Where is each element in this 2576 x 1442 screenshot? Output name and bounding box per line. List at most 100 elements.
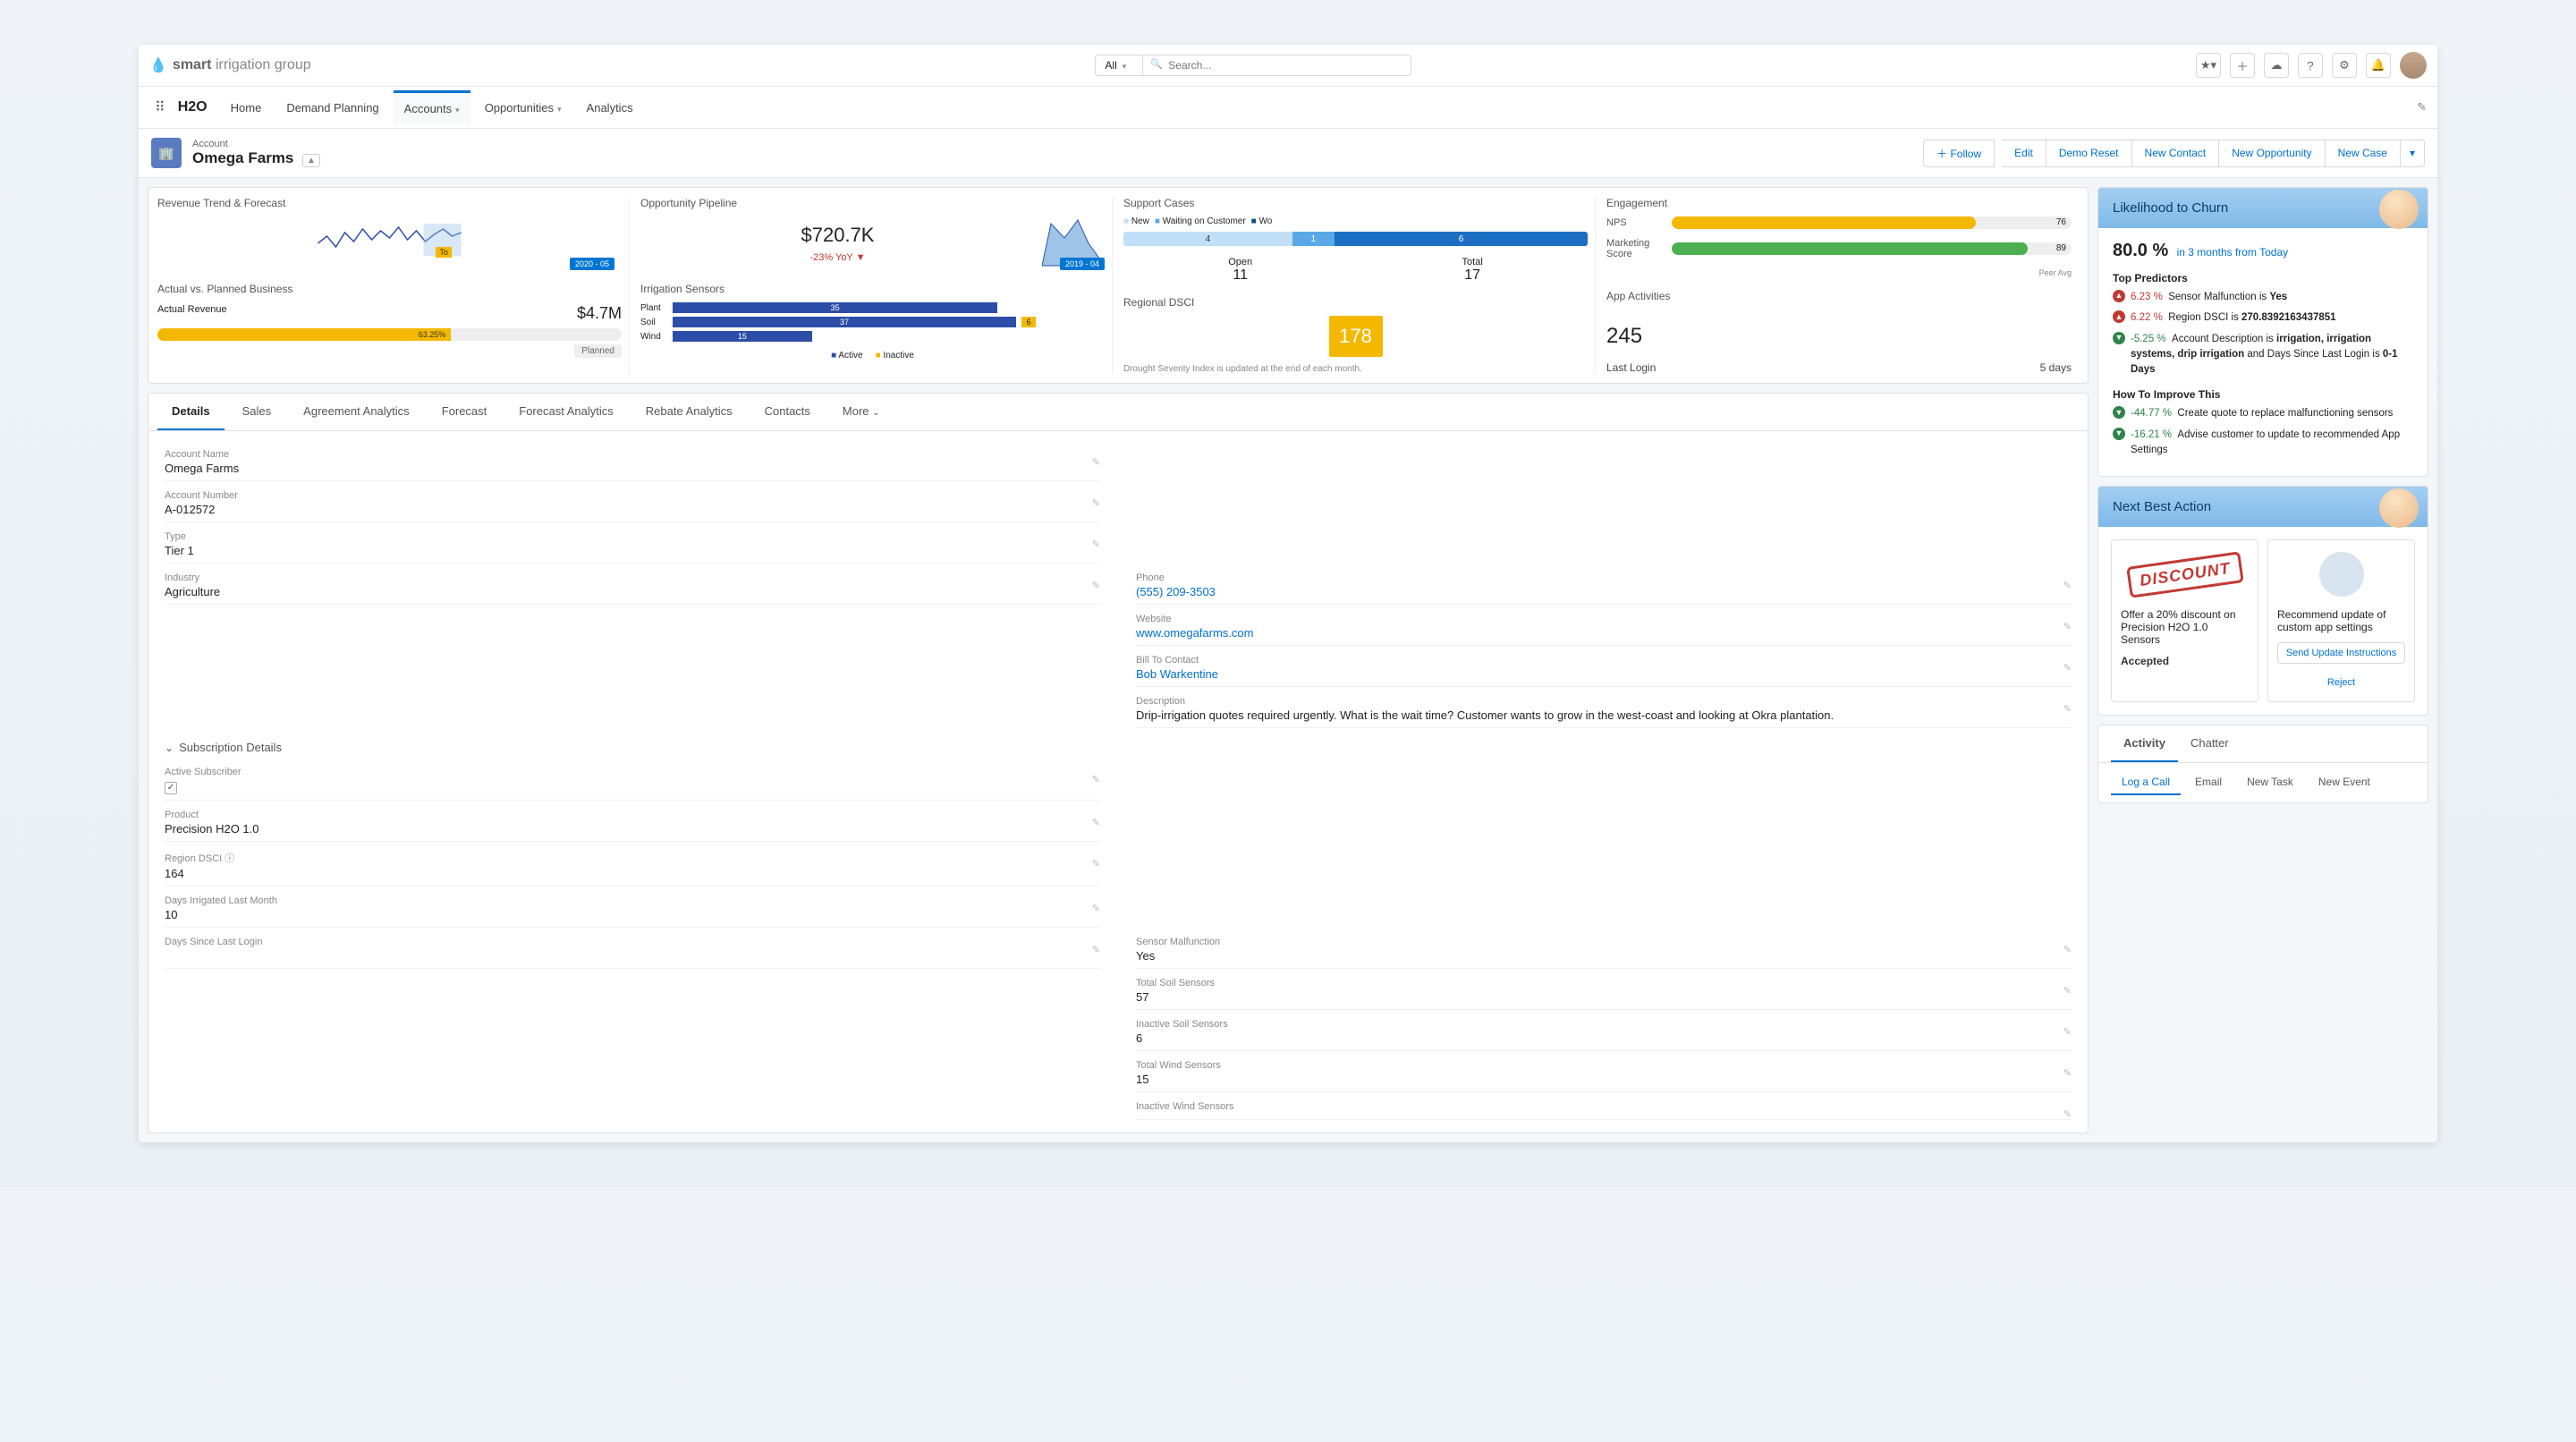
edit-field-icon[interactable]: ✎ — [1092, 774, 1100, 785]
sensors-chart[interactable]: Plant35 Soil376 Wind15 — [640, 302, 1105, 342]
new-case-button[interactable]: New Case — [2326, 140, 2401, 167]
edit-field-icon[interactable]: ✎ — [2063, 703, 2072, 715]
engagement-title: Engagement — [1606, 197, 2072, 209]
revenue-trend-chart[interactable]: To 2020 - 05 — [157, 216, 622, 270]
tab-contacts[interactable]: Contacts — [750, 394, 825, 430]
tab-rebate-analytics[interactable]: Rebate Analytics — [631, 394, 747, 430]
marketing-score-bar: 89 — [1672, 242, 2072, 255]
actual-revenue-label: Actual Revenue — [157, 304, 227, 323]
nba-title: Next Best Action — [2113, 499, 2413, 514]
field-type: TypeTier 1✎ — [165, 526, 1100, 564]
field-inactive-soil-sensors: Inactive Soil Sensors6✎ — [1136, 1014, 2072, 1051]
hierarchy-icon[interactable]: ▲ — [302, 154, 320, 167]
tab-forecast-analytics[interactable]: Forecast Analytics — [504, 394, 628, 430]
edit-field-icon[interactable]: ✎ — [2063, 1108, 2072, 1120]
actual-planned-bar: 63.25% — [157, 328, 622, 341]
favorites-icon[interactable]: ★▾ — [2196, 53, 2221, 78]
field-account-name: Account NameOmega Farms✎ — [165, 444, 1100, 481]
edit-field-icon[interactable]: ✎ — [1092, 944, 1100, 955]
edit-field-icon[interactable]: ✎ — [2063, 580, 2072, 591]
setup-gear-icon[interactable]: ⚙ — [2332, 53, 2357, 78]
subtab-new-task[interactable]: New Task — [2236, 770, 2304, 795]
subtab-email[interactable]: Email — [2184, 770, 2233, 795]
nav-analytics[interactable]: Analytics — [576, 92, 644, 123]
global-search-input[interactable] — [1143, 55, 1411, 76]
edit-button[interactable]: Edit — [2002, 140, 2046, 167]
cases-bar-chart[interactable]: 4 1 6 — [1123, 232, 1588, 246]
einstein-icon — [2379, 190, 2419, 229]
edit-field-icon[interactable]: ✎ — [2063, 944, 2072, 955]
pipeline-value: $720.7K — [640, 224, 1035, 247]
nav-accounts[interactable]: Accounts▾ — [394, 90, 470, 124]
notifications-bell-icon[interactable]: 🔔 — [2366, 53, 2391, 78]
subtab-new-event[interactable]: New Event — [2308, 770, 2381, 795]
tab-details[interactable]: Details — [157, 394, 225, 430]
nav-opportunities[interactable]: Opportunities▾ — [474, 92, 572, 123]
nav-demand-planning[interactable]: Demand Planning — [275, 92, 389, 123]
app-activities-title: App Activities — [1606, 290, 2072, 302]
pipeline-title: Opportunity Pipeline — [640, 197, 1105, 209]
churn-title: Likelihood to Churn — [2113, 200, 2413, 216]
last-login-label: Last Login — [1606, 361, 1656, 374]
churn-timeframe: in 3 months from Today — [2177, 246, 2289, 259]
reject-button[interactable]: Reject — [2277, 673, 2405, 692]
new-opportunity-button[interactable]: New Opportunity — [2219, 140, 2325, 167]
subscription-section-header[interactable]: Subscription Details — [165, 732, 2072, 758]
cloud-icon[interactable]: ☁ — [2264, 53, 2289, 78]
field-days-since-last-login: Days Since Last Login✎ — [165, 931, 1100, 969]
pipeline-chart[interactable]: 2019 - 04 — [1042, 216, 1105, 270]
edit-field-icon[interactable]: ✎ — [2063, 1026, 2072, 1038]
sensors-title: Irrigation Sensors — [640, 283, 1105, 295]
edit-field-icon[interactable]: ✎ — [1092, 580, 1100, 591]
edit-field-icon[interactable]: ✎ — [2063, 1067, 2072, 1079]
cases-total-value: 17 — [1462, 267, 1483, 284]
tab-activity[interactable]: Activity — [2111, 725, 2178, 762]
edit-field-icon[interactable]: ✎ — [1092, 817, 1100, 828]
field-total-soil-sensors: Total Soil Sensors57✎ — [1136, 972, 2072, 1010]
field-industry: IndustryAgriculture✎ — [165, 567, 1100, 605]
edit-field-icon[interactable]: ✎ — [1092, 456, 1100, 468]
user-avatar[interactable] — [2400, 52, 2427, 79]
nba-discount-text: Offer a 20% discount on Precision H2O 1.… — [2121, 608, 2249, 646]
app-launcher-icon[interactable]: ⠿ — [149, 93, 171, 122]
improve-heading: How To Improve This — [2113, 388, 2413, 401]
subtab-log-call[interactable]: Log a Call — [2111, 770, 2181, 795]
follow-button[interactable]: ＋ Follow — [1923, 140, 1995, 167]
tab-agreement-analytics[interactable]: Agreement Analytics — [289, 394, 424, 430]
to-label: To — [436, 247, 452, 258]
field-active-subscriber: Active Subscriber✓✎ — [165, 761, 1100, 801]
pipeline-yoy: -23% YoY ▼ — [640, 252, 1035, 263]
edit-field-icon[interactable]: ✎ — [1092, 539, 1100, 550]
app-activities-chart[interactable] — [1651, 313, 1705, 349]
new-contact-button[interactable]: New Contact — [2132, 140, 2220, 167]
send-update-button[interactable]: Send Update Instructions — [2277, 642, 2405, 664]
tab-forecast[interactable]: Forecast — [428, 394, 502, 430]
search-scope-dropdown[interactable]: All — [1095, 55, 1143, 76]
edit-field-icon[interactable]: ✎ — [1092, 903, 1100, 914]
planned-tag: Planned — [574, 344, 622, 358]
edit-field-icon[interactable]: ✎ — [2063, 621, 2072, 632]
churn-percent: 80.0 % — [2113, 241, 2168, 260]
last-login-value: 5 days — [2040, 361, 2072, 374]
detail-tabs: Details Sales Agreement Analytics Foreca… — [148, 394, 2088, 431]
demo-reset-button[interactable]: Demo Reset — [2046, 140, 2132, 167]
edit-field-icon[interactable]: ✎ — [2063, 662, 2072, 674]
help-icon[interactable]: ? — [2298, 53, 2323, 78]
cases-open-value: 11 — [1228, 267, 1252, 284]
add-icon[interactable]: ＋ — [2230, 53, 2255, 78]
edit-field-icon[interactable]: ✎ — [1092, 497, 1100, 509]
tab-chatter[interactable]: Chatter — [2178, 725, 2241, 762]
field-bill-to-contact: Bill To ContactBob Warkentine✎ — [1136, 649, 2072, 687]
nav-home[interactable]: Home — [220, 92, 273, 123]
predictor-row: ▼-5.25 % Account Description is irrigati… — [2113, 332, 2413, 378]
more-actions-button[interactable]: ▾ — [2401, 140, 2425, 167]
dashboard-grid: Revenue Trend & Forecast To 2020 - 05 Ac… — [148, 187, 2089, 384]
tab-more[interactable]: More ⌄ — [828, 394, 894, 430]
edit-nav-icon[interactable]: ✎ — [2417, 100, 2427, 115]
edit-field-icon[interactable]: ✎ — [1092, 858, 1100, 869]
predictor-row: ▲6.22 % Region DSCI is 270.8392163437851 — [2113, 310, 2413, 326]
edit-field-icon[interactable]: ✎ — [2063, 985, 2072, 997]
info-icon[interactable]: ⓘ — [222, 853, 234, 864]
tab-sales[interactable]: Sales — [228, 394, 286, 430]
chevron-down-icon: ⌄ — [872, 408, 879, 418]
